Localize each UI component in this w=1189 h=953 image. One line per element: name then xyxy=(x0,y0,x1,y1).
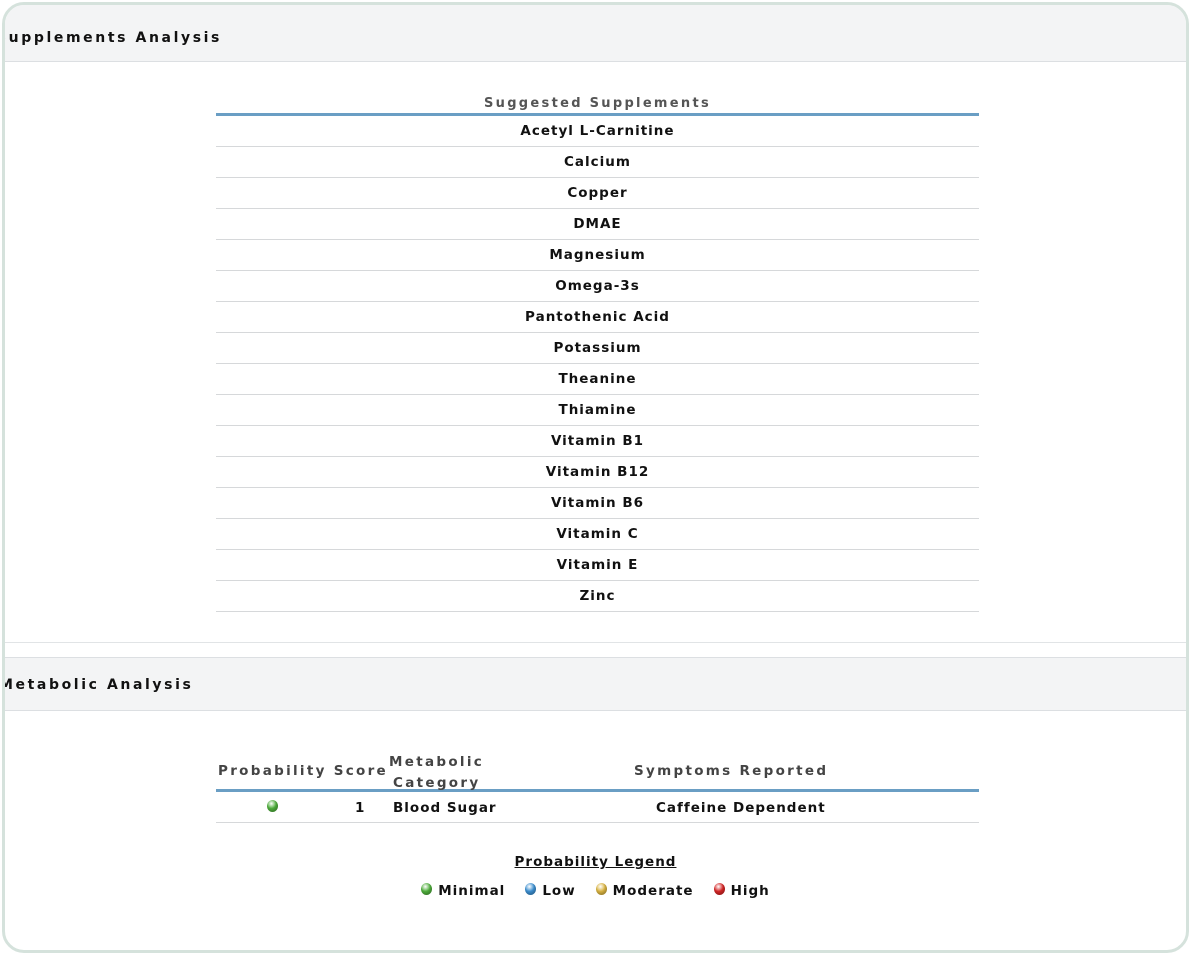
red-orb-icon xyxy=(713,883,725,895)
supplement-row: Acetyl L-Carnitine xyxy=(216,116,979,147)
legend-label: Minimal xyxy=(438,883,506,899)
supplement-row: Calcium xyxy=(216,147,979,178)
supplement-row: Copper xyxy=(216,178,979,209)
symptoms-reported: Caffeine Dependent xyxy=(656,800,826,816)
supplement-row: Theanine xyxy=(216,364,979,395)
probability-indicator xyxy=(267,798,278,814)
supplement-row: Pantothenic Acid xyxy=(216,302,979,333)
metabolic-category-header-line2: Category xyxy=(393,775,481,791)
supplement-row: Potassium xyxy=(216,333,979,364)
metabolic-rows: 1 Blood Sugar Caffeine Dependent xyxy=(216,792,979,823)
report-frame: Supplements Analysis Suggested Supplemen… xyxy=(2,2,1189,953)
supplement-row: Thiamine xyxy=(216,395,979,426)
metabolic-row: 1 Blood Sugar Caffeine Dependent xyxy=(216,792,979,823)
blue-orb-icon xyxy=(525,883,537,895)
metabolic-analysis-table: Probability Score Metabolic Category Sym… xyxy=(216,747,979,823)
supplements-section-header: Supplements Analysis xyxy=(5,5,1186,62)
probability-score-column-header: Probability Score xyxy=(218,763,389,779)
supplement-row: Zinc xyxy=(216,581,979,612)
metabolic-category-header-line1: Metabolic xyxy=(389,754,485,770)
probability-legend-title: Probability Legend xyxy=(514,854,677,870)
metabolic-section-header: Metabolic Analysis xyxy=(5,657,1186,711)
probability-score: 1 xyxy=(355,800,366,816)
metabolic-category: Blood Sugar xyxy=(393,800,497,816)
supplement-row: Vitamin C xyxy=(216,519,979,550)
legend-label: High xyxy=(730,883,770,899)
metabolic-category-column-header: Metabolic Category xyxy=(389,752,499,794)
probability-legend: Minimal Low Moderate High xyxy=(5,883,1186,899)
supplement-row: DMAE xyxy=(216,209,979,240)
legend-item-minimal: Minimal xyxy=(421,883,505,899)
legend-item-high: High xyxy=(713,883,770,899)
section-divider xyxy=(5,642,1186,643)
legend-item-low: Low xyxy=(525,883,575,899)
legend-item-moderate: Moderate xyxy=(595,883,694,899)
yellow-orb-icon xyxy=(595,883,607,895)
supplement-row: Vitamin E xyxy=(216,550,979,581)
supplements-list: Acetyl L-Carnitine Calcium Copper DMAE Magne… xyxy=(216,116,979,612)
metabolic-table-header: Probability Score Metabolic Category Sym… xyxy=(216,747,979,792)
supplement-row: Vitamin B6 xyxy=(216,488,979,519)
legend-label: Low xyxy=(542,883,576,899)
metabolic-section-title: Metabolic Analysis xyxy=(2,677,194,693)
suggested-supplements-header: Suggested Supplements xyxy=(216,94,979,116)
supplements-section-title: Supplements Analysis xyxy=(2,30,222,46)
legend-label: Moderate xyxy=(612,883,694,899)
supplement-row: Magnesium xyxy=(216,240,979,271)
suggested-supplements-table: Suggested Supplements Acetyl L-Carnitine… xyxy=(216,94,979,612)
supplement-row: Vitamin B1 xyxy=(216,426,979,457)
supplement-row: Omega-3s xyxy=(216,271,979,302)
green-orb-icon xyxy=(421,883,433,895)
supplement-row: Vitamin B12 xyxy=(216,457,979,488)
symptoms-reported-column-header: Symptoms Reported xyxy=(634,763,829,779)
green-orb-icon xyxy=(267,800,278,812)
